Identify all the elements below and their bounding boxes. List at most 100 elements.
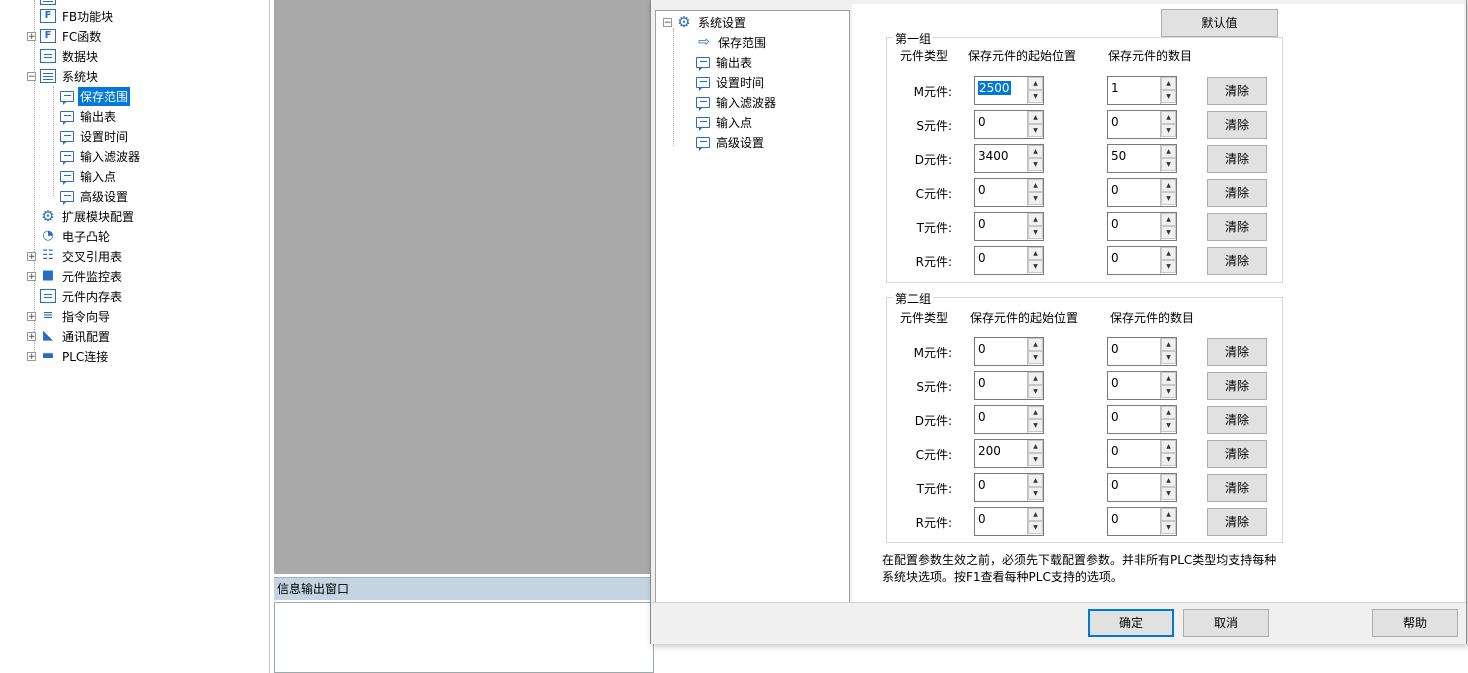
tree-item-output-table[interactable]: 输出表	[60, 106, 118, 126]
spin-up-icon[interactable]: ▲	[1161, 179, 1176, 192]
tree-item-advanced[interactable]: 高级设置	[60, 186, 130, 206]
spinbox-value[interactable]: 0	[978, 183, 986, 197]
spin-up-icon[interactable]: ▲	[1028, 440, 1043, 453]
tree-item-comm-config[interactable]: ◣ 通讯配置	[40, 326, 112, 346]
clear-button[interactable]: 清除	[1207, 440, 1267, 468]
spinbox-value[interactable]: 0	[978, 115, 986, 129]
spinbox-value[interactable]: 200	[978, 444, 1001, 458]
element-count-spinbox[interactable]: 0 ▲ ▼	[1107, 178, 1177, 207]
element-count-spinbox[interactable]: 0 ▲ ▼	[1107, 507, 1177, 536]
tree-item-data-block[interactable]: 数据块	[40, 46, 100, 66]
spinbox-value[interactable]: 0	[978, 410, 986, 424]
ok-button[interactable]: 确定	[1088, 609, 1174, 637]
spin-up-icon[interactable]: ▲	[1161, 474, 1176, 487]
expand-toggle[interactable]: +	[27, 272, 36, 282]
tree-item-fc[interactable]: F FC函数	[40, 26, 103, 46]
spin-down-icon[interactable]: ▼	[1161, 521, 1176, 534]
clear-button[interactable]: 清除	[1207, 213, 1267, 241]
element-count-spinbox[interactable]: 0 ▲ ▼	[1107, 212, 1177, 241]
clear-button[interactable]: 清除	[1207, 338, 1267, 366]
spin-down-icon[interactable]: ▼	[1028, 419, 1043, 432]
spin-up-icon[interactable]: ▲	[1161, 111, 1176, 124]
spinbox-value[interactable]: 0	[978, 478, 986, 492]
spin-down-icon[interactable]: ▼	[1028, 453, 1043, 466]
dialog-tree-item-output-table[interactable]: 输出表	[696, 52, 754, 72]
element-count-spinbox[interactable]: 0 ▲ ▼	[1107, 337, 1177, 366]
spin-up-icon[interactable]: ▲	[1161, 77, 1176, 90]
start-position-spinbox[interactable]: 0 ▲ ▼	[974, 337, 1044, 366]
dialog-tree-item-input-filter[interactable]: 输入滤波器	[696, 92, 778, 112]
spinbox-value[interactable]: 0	[978, 251, 986, 265]
spin-down-icon[interactable]: ▼	[1028, 226, 1043, 239]
tree-item-memory-table[interactable]: 元件内存表	[40, 286, 124, 306]
spinbox-value[interactable]: 1	[1111, 81, 1119, 95]
spinbox-value[interactable]: 0	[1111, 376, 1119, 390]
help-button[interactable]: 帮助	[1372, 609, 1458, 637]
spin-down-icon[interactable]: ▼	[1161, 226, 1176, 239]
tree-item-plc-connect[interactable]: ▬ PLC连接	[40, 346, 110, 366]
spin-down-icon[interactable]: ▼	[1028, 192, 1043, 205]
spin-down-icon[interactable]: ▼	[1161, 90, 1176, 103]
spin-down-icon[interactable]: ▼	[1161, 351, 1176, 364]
spin-down-icon[interactable]: ▼	[1161, 192, 1176, 205]
spin-up-icon[interactable]: ▲	[1028, 145, 1043, 158]
spin-down-icon[interactable]: ▼	[1028, 158, 1043, 171]
clear-button[interactable]: 清除	[1207, 508, 1267, 536]
spin-up-icon[interactable]: ▲	[1161, 406, 1176, 419]
tree-item-instruction-wizard[interactable]: ≡ 指令向导	[40, 306, 112, 326]
tree-item-cross-ref[interactable]: ☷ 交叉引用表	[40, 246, 124, 266]
spin-down-icon[interactable]: ▼	[1028, 90, 1043, 103]
start-position-spinbox[interactable]: 0 ▲ ▼	[974, 110, 1044, 139]
clear-button[interactable]: 清除	[1207, 145, 1267, 173]
dialog-tree-item-save-range[interactable]: ⇨ 保存范围	[696, 32, 768, 52]
expand-toggle[interactable]: +	[27, 252, 36, 262]
element-count-spinbox[interactable]: 50 ▲ ▼	[1107, 144, 1177, 173]
element-count-spinbox[interactable]: 0 ▲ ▼	[1107, 371, 1177, 400]
spin-up-icon[interactable]: ▲	[1028, 508, 1043, 521]
expand-toggle[interactable]: +	[27, 332, 36, 342]
spin-down-icon[interactable]: ▼	[1028, 351, 1043, 364]
spinbox-value[interactable]: 3400	[978, 149, 1009, 163]
element-count-spinbox[interactable]: 0 ▲ ▼	[1107, 246, 1177, 275]
start-position-spinbox[interactable]: 200 ▲ ▼	[974, 439, 1044, 468]
spin-down-icon[interactable]: ▼	[1161, 487, 1176, 500]
start-position-spinbox[interactable]: 0 ▲ ▼	[974, 246, 1044, 275]
clear-button[interactable]: 清除	[1207, 474, 1267, 502]
spin-up-icon[interactable]: ▲	[1161, 440, 1176, 453]
clear-button[interactable]: 清除	[1207, 372, 1267, 400]
tree-item-monitor-table[interactable]: ■ 元件监控表	[40, 266, 124, 286]
element-count-spinbox[interactable]: 0 ▲ ▼	[1107, 473, 1177, 502]
spinbox-value[interactable]: 50	[1111, 149, 1126, 163]
spin-down-icon[interactable]: ▼	[1028, 487, 1043, 500]
expand-toggle[interactable]: +	[27, 312, 36, 322]
expand-toggle[interactable]: +	[27, 352, 36, 362]
spin-up-icon[interactable]: ▲	[1028, 247, 1043, 260]
start-position-spinbox[interactable]: 0 ▲ ▼	[974, 405, 1044, 434]
spin-down-icon[interactable]: ▼	[1028, 521, 1043, 534]
cancel-button[interactable]: 取消	[1183, 609, 1269, 637]
spin-up-icon[interactable]: ▲	[1161, 372, 1176, 385]
start-position-spinbox[interactable]: 3400 ▲ ▼	[974, 144, 1044, 173]
collapse-toggle[interactable]: −	[663, 18, 672, 28]
dialog-tree-item-input-point[interactable]: 输入点	[696, 112, 754, 132]
spin-up-icon[interactable]: ▲	[1161, 508, 1176, 521]
spin-up-icon[interactable]: ▲	[1161, 247, 1176, 260]
spinbox-value[interactable]: 0	[978, 342, 986, 356]
clear-button[interactable]: 清除	[1207, 406, 1267, 434]
spin-down-icon[interactable]: ▼	[1028, 385, 1043, 398]
spin-up-icon[interactable]: ▲	[1028, 179, 1043, 192]
dialog-tree-item-set-time[interactable]: 设置时间	[696, 72, 766, 92]
spin-up-icon[interactable]: ▲	[1161, 145, 1176, 158]
spin-down-icon[interactable]: ▼	[1028, 260, 1043, 273]
clear-button[interactable]: 清除	[1207, 179, 1267, 207]
spin-down-icon[interactable]: ▼	[1161, 385, 1176, 398]
spin-up-icon[interactable]: ▲	[1028, 372, 1043, 385]
expand-toggle[interactable]: +	[27, 32, 36, 42]
spin-down-icon[interactable]: ▼	[1028, 124, 1043, 137]
spinbox-value[interactable]: 0	[1111, 251, 1119, 265]
collapse-toggle[interactable]: −	[27, 72, 36, 82]
spin-down-icon[interactable]: ▼	[1161, 453, 1176, 466]
tree-item-input-point[interactable]: 输入点	[60, 166, 118, 186]
start-position-spinbox[interactable]: 2500 ▲ ▼	[974, 76, 1044, 105]
tree-item-set-time[interactable]: 设置时间	[60, 126, 130, 146]
